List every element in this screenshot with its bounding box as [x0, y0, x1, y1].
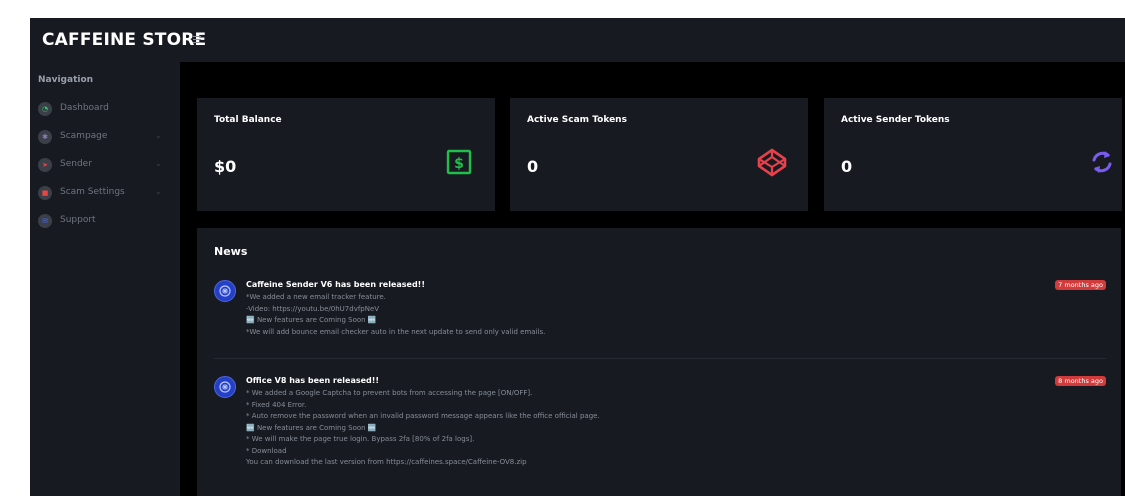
news-post-line: -Video: https://youtu.be/0hU7dvfpNeV — [246, 304, 380, 313]
sidebar-item-label: Scampage — [60, 131, 108, 141]
send-icon: ➤ — [38, 158, 52, 172]
news-post-line: * Download — [246, 446, 287, 455]
file-icon: ■ — [38, 186, 52, 200]
svg-text:$: $ — [454, 156, 464, 172]
card-value: 0 — [527, 157, 539, 176]
avatar-icon — [219, 285, 231, 297]
card-title: Total Balance — [214, 115, 282, 125]
news-post-line: * We added a Google Captcha to prevent b… — [246, 389, 533, 397]
sidebar-item-label: Sender — [60, 159, 92, 169]
news-divider — [214, 358, 1106, 359]
avatar — [214, 280, 236, 302]
menu-toggle-button[interactable] — [193, 36, 203, 44]
avatar-icon — [219, 381, 231, 393]
card-title: Active Sender Tokens — [841, 115, 950, 125]
news-post-line: *We will add bounce email checker auto i… — [246, 327, 546, 336]
avatar — [214, 376, 236, 398]
card-title: Active Scam Tokens — [527, 115, 627, 125]
codepen-icon — [756, 147, 788, 177]
stat-card-active-sender-tokens: Active Sender Tokens 0 — [824, 98, 1122, 211]
sidebar-item-sender[interactable]: ➤ Sender ⌄ — [38, 154, 172, 176]
sidebar: Navigation ◔ Dashboard ✱ Scampage ⌄ ➤ Sender ⌄ ■… — [30, 62, 180, 496]
news-post-line: * We will make the page true login. Bypa… — [246, 435, 475, 443]
chevron-down-icon: ⌄ — [155, 131, 162, 140]
gear-icon: ✱ — [38, 130, 52, 144]
hamburger-icon — [193, 42, 201, 43]
news-panel: News Caffeine Sender V6 has been release… — [197, 228, 1121, 496]
card-value: $0 — [214, 157, 237, 176]
top-bar: CAFFEINE STORE — [30, 18, 1125, 62]
news-post-title: Caffeine Sender V6 has been released!! — [246, 280, 425, 289]
dollar-icon: $ — [443, 147, 475, 177]
brand-logo[interactable]: CAFFEINE STORE — [42, 18, 206, 62]
card-value: 0 — [841, 157, 853, 176]
dashboard-icon: ◔ — [38, 102, 52, 116]
sidebar-item-label: Support — [60, 215, 96, 225]
news-post-line: * Auto remove the password when an inval… — [246, 412, 600, 420]
sidebar-item-label: Dashboard — [60, 103, 109, 113]
news-post-line: * Fixed 404 Error. — [246, 400, 307, 409]
sidebar-item-support[interactable]: ✉ Support — [38, 210, 172, 232]
hamburger-icon — [193, 36, 201, 37]
news-post-title: Office V8 has been released!! — [246, 376, 380, 385]
chat-icon: ✉ — [38, 214, 52, 228]
news-post-body: * We added a Google Captcha to prevent b… — [246, 388, 600, 469]
sidebar-item-dashboard[interactable]: ◔ Dashboard — [38, 98, 172, 120]
news-post-line: 🆕 New features are Coming Soon 🆕 — [246, 423, 377, 432]
stat-card-active-scam-tokens: Active Scam Tokens 0 — [510, 98, 808, 211]
sidebar-item-scampage[interactable]: ✱ Scampage ⌄ — [38, 126, 172, 148]
news-post-line: You can download the last version from h… — [246, 458, 527, 466]
news-title: News — [214, 245, 248, 258]
time-badge: 8 months ago — [1055, 376, 1106, 386]
app-window: CAFFEINE STORE Navigation ◔ Dashboard ✱ Sca… — [30, 18, 1125, 496]
chevron-down-icon: ⌄ — [155, 187, 162, 196]
nav-title: Navigation — [38, 75, 94, 85]
refresh-icon — [1086, 147, 1118, 177]
news-post-body: *We added a new email tracker feature. -V… — [246, 292, 545, 338]
news-post-line: *We added a new email tracker feature. — [246, 293, 386, 301]
hamburger-icon — [193, 39, 201, 40]
time-badge: 7 months ago — [1055, 280, 1106, 290]
stat-card-total-balance: Total Balance $0 $ — [197, 98, 495, 211]
sidebar-item-scam-settings[interactable]: ■ Scam Settings ⌄ — [38, 182, 172, 204]
chevron-down-icon: ⌄ — [155, 159, 162, 168]
news-post-line: 🆕 New features are Coming Soon 🆕 — [246, 316, 377, 324]
sidebar-item-label: Scam Settings — [60, 187, 125, 197]
